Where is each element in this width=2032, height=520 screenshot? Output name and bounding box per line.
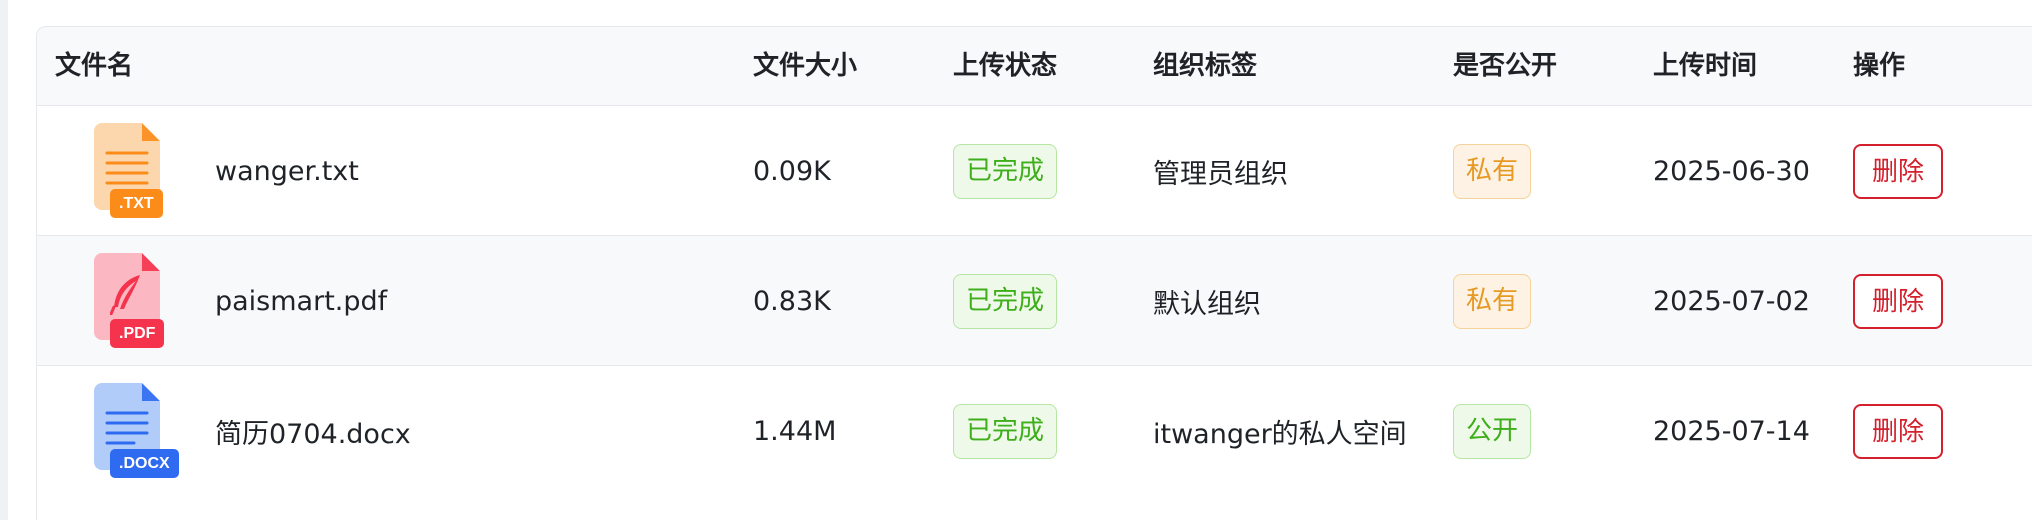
status-cell: 已完成 [953, 106, 1058, 236]
upload-time: 2025-07-02 [1653, 285, 1810, 317]
col-header-time[interactable]: 上传时间 [1653, 27, 1757, 106]
file-size: 0.09K [753, 155, 831, 187]
table-row[interactable]: .PDF paismart.pdf 0.83K 已完成 默认组织 私有 2025… [37, 236, 2032, 366]
file-size: 1.44M [753, 415, 837, 447]
visibility-badge: 公开 [1453, 403, 1532, 459]
delete-button[interactable]: 删除 [1853, 403, 1944, 459]
org-label: 默认组织 [1153, 288, 1261, 320]
file-ext-label: .TXT [110, 189, 163, 218]
table-row[interactable]: .DOCX 简历0704.docx 1.44M 已完成 itwanger的私人空… [37, 366, 2032, 496]
delete-button[interactable]: 删除 [1853, 143, 1944, 199]
status-badge: 已完成 [953, 273, 1058, 329]
action-cell: 删除 [1853, 106, 1944, 236]
action-cell: 删除 [1853, 236, 1944, 366]
visibility-badge: 私有 [1453, 273, 1532, 329]
col-header-org[interactable]: 组织标签 [1153, 27, 1257, 106]
col-header-action: 操作 [1853, 51, 1906, 81]
txt-file-icon: .TXT [94, 123, 178, 219]
visibility-cell: 公开 [1453, 366, 1532, 496]
org-label: 管理员组织 [1153, 158, 1288, 190]
status-cell: 已完成 [953, 366, 1058, 496]
col-header-status[interactable]: 上传状态 [953, 27, 1057, 106]
status-cell: 已完成 [953, 236, 1058, 366]
docx-file-icon: .DOCX [94, 383, 179, 479]
visibility-cell: 私有 [1453, 106, 1532, 236]
table-header: 文件名 文件大小 上传状态 组织标签 是否公开 上传时间 操作 [37, 27, 2032, 106]
status-badge: 已完成 [953, 403, 1058, 459]
col-header-size[interactable]: 文件大小 [753, 27, 857, 106]
feather-icon [110, 275, 140, 315]
upload-time: 2025-06-30 [1653, 155, 1810, 187]
upload-time: 2025-07-14 [1653, 415, 1810, 447]
table-row[interactable]: .TXT wanger.txt 0.09K 已完成 管理员组织 私有 2025-… [37, 106, 2032, 236]
file-name[interactable]: paismart.pdf [215, 236, 387, 366]
visibility-badge: 私有 [1453, 143, 1532, 199]
file-name[interactable]: 简历0704.docx [215, 366, 411, 496]
pdf-file-icon: .PDF [94, 253, 178, 349]
org-label: itwanger的私人空间 [1153, 418, 1407, 450]
left-border-strip [0, 0, 8, 520]
col-header-filename[interactable]: 文件名 [55, 27, 133, 106]
delete-button[interactable]: 删除 [1853, 273, 1944, 329]
file-size: 0.83K [753, 285, 831, 317]
action-cell: 删除 [1853, 366, 1944, 496]
file-table: 文件名 文件大小 上传状态 组织标签 是否公开 上传时间 操作 .TXT wan… [36, 26, 2032, 520]
file-ext-label: .DOCX [110, 449, 179, 478]
file-name[interactable]: wanger.txt [215, 106, 359, 236]
status-badge: 已完成 [953, 143, 1058, 199]
visibility-cell: 私有 [1453, 236, 1532, 366]
col-header-public[interactable]: 是否公开 [1453, 27, 1557, 106]
file-ext-label: .PDF [110, 319, 165, 348]
